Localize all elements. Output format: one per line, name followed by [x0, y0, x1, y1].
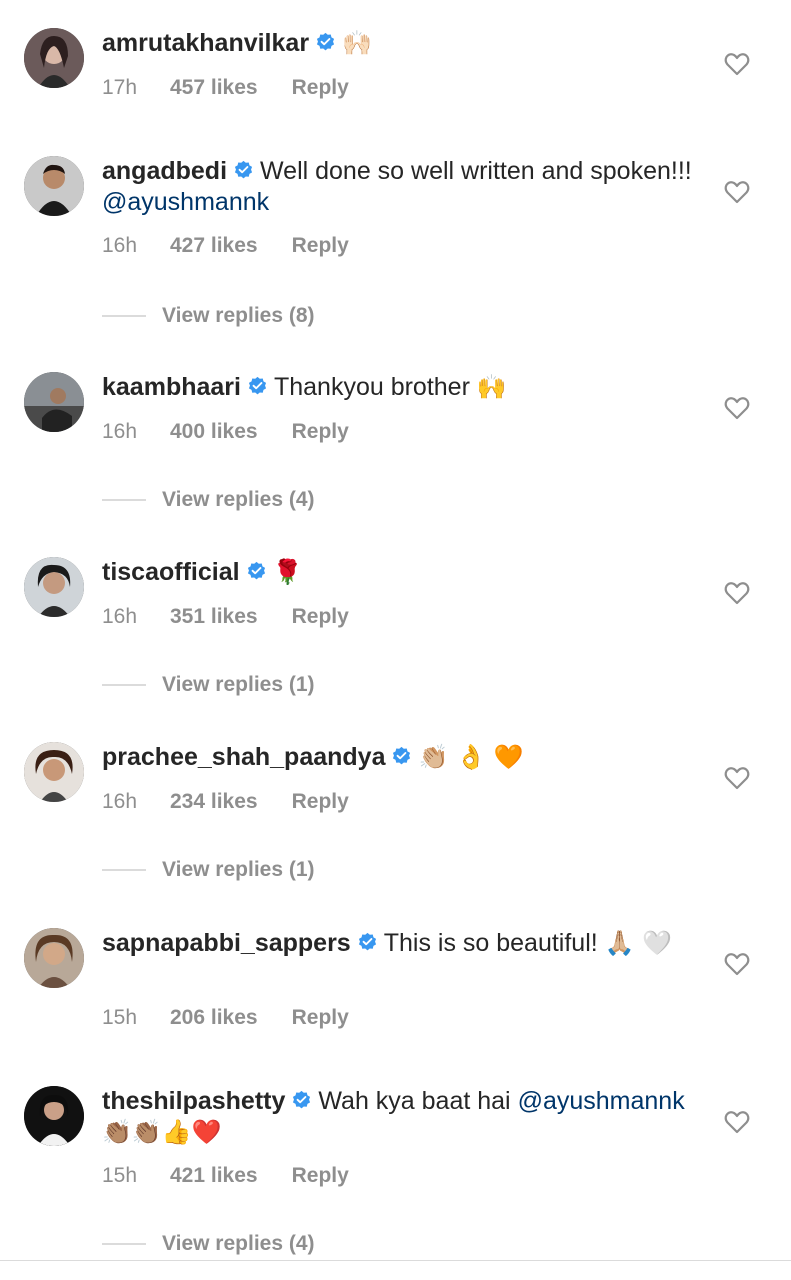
reply-button[interactable]: Reply	[292, 420, 349, 444]
reply-button[interactable]: Reply	[292, 234, 349, 258]
comment-text: sapnapabbi_sappers This is so beautiful! …	[102, 928, 692, 959]
comment-emoji: 🙌🏻	[342, 29, 372, 57]
verified-badge-icon	[316, 32, 335, 51]
comment-time: 16h	[102, 234, 138, 257]
verified-badge-icon	[234, 160, 253, 179]
likes-count[interactable]: 421 likes	[170, 1164, 258, 1188]
avatar[interactable]	[24, 928, 84, 988]
likes-count[interactable]: 400 likes	[170, 420, 258, 444]
like-heart-icon[interactable]	[724, 952, 750, 976]
comment-time: 16h	[102, 790, 138, 813]
reply-button[interactable]: Reply	[292, 790, 349, 814]
comment-emoji: 🌹	[272, 558, 303, 586]
likes-count[interactable]: 351 likes	[170, 605, 258, 629]
verified-badge-icon	[248, 376, 267, 395]
view-replies-button[interactable]: View replies (8)	[102, 304, 315, 328]
avatar[interactable]	[24, 557, 84, 617]
mention-link[interactable]: @ayushmannk	[518, 1087, 685, 1115]
comment-time: 16h	[102, 420, 138, 443]
view-replies-label: View replies (1)	[162, 673, 315, 696]
comment-emoji: 👏🏼 👌 🧡	[418, 743, 524, 771]
mention-link[interactable]: @ayushmannk	[102, 188, 269, 216]
username[interactable]: sapnapabbi_sappers	[102, 929, 351, 957]
view-replies-label: View replies (8)	[162, 304, 315, 327]
divider	[102, 1243, 146, 1246]
username[interactable]: theshilpashetty	[102, 1087, 285, 1115]
username[interactable]: kaambhaari	[102, 373, 241, 401]
like-heart-icon[interactable]	[724, 180, 750, 204]
view-replies-label: View replies (4)	[162, 488, 315, 511]
verified-badge-icon	[393, 746, 411, 765]
likes-count[interactable]: 234 likes	[170, 790, 258, 814]
verified-badge-icon	[293, 1090, 311, 1109]
comment-emoji: 👏🏽👏🏽👍❤️	[102, 1118, 222, 1146]
like-heart-icon[interactable]	[724, 396, 750, 420]
avatar[interactable]	[24, 28, 84, 88]
likes-count[interactable]: 457 likes	[170, 76, 258, 100]
divider	[102, 499, 146, 502]
comment-body: Well done so well written and spoken!!!	[260, 157, 692, 185]
comment-emoji: 🙌	[476, 373, 507, 401]
like-heart-icon[interactable]	[724, 1110, 750, 1134]
like-heart-icon[interactable]	[724, 766, 750, 790]
username[interactable]: amrutakhanvilkar	[102, 29, 309, 57]
comment-text: angadbedi Well done so well written and s…	[102, 156, 692, 218]
view-replies-button[interactable]: View replies (1)	[102, 858, 315, 882]
comment-meta: 16h 400 likes Reply	[102, 420, 349, 444]
divider	[0, 1260, 791, 1261]
view-replies-button[interactable]: View replies (1)	[102, 673, 315, 697]
comment-time: 16h	[102, 605, 138, 628]
avatar[interactable]	[24, 372, 84, 432]
comment-time: 15h	[102, 1164, 138, 1187]
view-replies-label: View replies (4)	[162, 1232, 315, 1255]
comment-text: amrutakhanvilkar 🙌🏻	[102, 28, 692, 59]
like-heart-icon[interactable]	[724, 52, 750, 76]
username[interactable]: angadbedi	[102, 157, 227, 185]
comment-text: prachee_shah_paandya 👏🏼 👌 🧡	[102, 742, 692, 773]
view-replies-label: View replies (1)	[162, 858, 315, 881]
verified-badge-icon	[358, 932, 376, 951]
comment-meta: 16h 234 likes Reply	[102, 790, 349, 814]
comment-meta: 15h 421 likes Reply	[102, 1164, 349, 1188]
view-replies-button[interactable]: View replies (4)	[102, 488, 315, 512]
comment-meta: 15h 206 likes Reply	[102, 1006, 349, 1030]
username[interactable]: tiscaofficial	[102, 558, 240, 586]
comment-body: Wah kya baat hai	[318, 1087, 518, 1115]
avatar[interactable]	[24, 742, 84, 802]
comment-meta: 17h 457 likes Reply	[102, 76, 349, 100]
comment-meta: 16h 351 likes Reply	[102, 605, 349, 629]
reply-button[interactable]: Reply	[292, 1006, 349, 1030]
reply-button[interactable]: Reply	[292, 76, 349, 100]
comment-meta: 16h 427 likes Reply	[102, 234, 349, 258]
likes-count[interactable]: 427 likes	[170, 234, 258, 258]
avatar[interactable]	[24, 156, 84, 216]
reply-button[interactable]: Reply	[292, 605, 349, 629]
comment-text: theshilpashetty Wah kya baat hai @ayushma…	[102, 1086, 692, 1148]
verified-badge-icon	[247, 561, 265, 580]
like-heart-icon[interactable]	[724, 581, 750, 605]
comment-body: This is so beautiful!	[383, 929, 605, 957]
comment-text: kaambhaari Thankyou brother 🙌	[102, 372, 692, 403]
avatar[interactable]	[24, 1086, 84, 1146]
comment-time: 17h	[102, 76, 138, 99]
comment-time: 15h	[102, 1006, 138, 1029]
username[interactable]: prachee_shah_paandya	[102, 743, 385, 771]
comment-emoji: 🙏🏼 🤍	[604, 929, 673, 957]
view-replies-button[interactable]: View replies (4)	[102, 1232, 315, 1256]
likes-count[interactable]: 206 likes	[170, 1006, 258, 1030]
comment-text: tiscaofficial 🌹	[102, 557, 692, 588]
reply-button[interactable]: Reply	[292, 1164, 349, 1188]
comment-body: Thankyou brother	[273, 373, 477, 401]
divider	[102, 684, 146, 687]
divider	[102, 315, 146, 318]
divider	[102, 869, 146, 872]
